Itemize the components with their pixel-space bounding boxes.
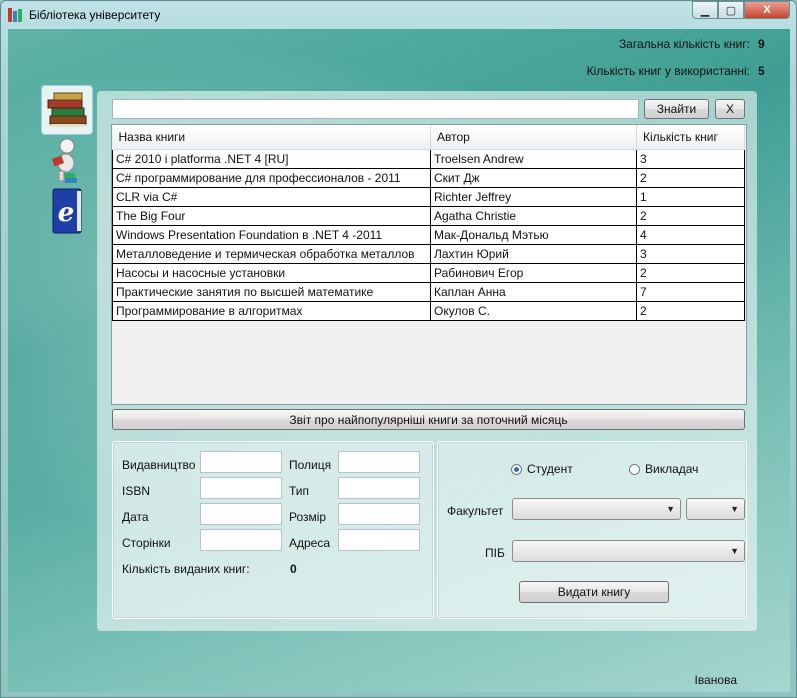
table-row[interactable]: Насосы и насосные установки Рабинович Его… — [112, 263, 745, 283]
main-area: Загальна кількість книг: 9 Кількість кни… — [8, 29, 790, 692]
current-user-name: Іванова — [694, 673, 737, 687]
cell-author[interactable]: Troelsen Andrew — [430, 149, 637, 169]
cell-count[interactable]: 2 — [636, 263, 745, 283]
cell-title[interactable]: C# программирование для профессионалов -… — [112, 168, 431, 188]
find-button[interactable]: Знайти — [644, 99, 709, 119]
faculty-label: Факультет — [447, 504, 504, 518]
issued-count-label: Кількість виданих книг: — [122, 562, 250, 576]
window-title: Бібліотека університету — [29, 8, 161, 22]
shelf-label: Полиця — [289, 458, 332, 472]
cell-count[interactable]: 2 — [636, 301, 745, 321]
books-in-use-value: 5 — [758, 64, 765, 78]
date-label: Дата — [122, 510, 149, 524]
address-field[interactable] — [338, 529, 420, 551]
library-app-icon — [8, 8, 24, 22]
table-header-row: Назва книги Автор Кількість книг — [112, 125, 745, 150]
chevron-down-icon: ▼ — [666, 504, 675, 514]
cell-author[interactable]: Richter Jeffrey — [430, 187, 637, 207]
app-window: Бібліотека університету ▁ ▢ X Загальна к… — [0, 0, 797, 698]
cell-count[interactable]: 1 — [636, 187, 745, 207]
search-input[interactable] — [112, 99, 639, 119]
books-in-use-label: Кількість книг у використанні: — [586, 64, 750, 78]
cell-author[interactable]: Окулов С. — [430, 301, 637, 321]
clear-search-button[interactable]: X — [715, 99, 745, 119]
publisher-field[interactable] — [200, 451, 282, 473]
table-row[interactable]: The Big Four Agatha Christie 2 — [112, 206, 745, 226]
cell-title[interactable]: C# 2010 і platforma .NET 4 [RU] — [112, 149, 431, 169]
isbn-field[interactable] — [200, 477, 282, 499]
size-field[interactable] — [338, 503, 420, 525]
teacher-radio-label[interactable]: Викладач — [645, 462, 698, 476]
cell-count[interactable]: 2 — [636, 168, 745, 188]
cell-author[interactable]: Рабинович Егор — [430, 263, 637, 283]
cell-author[interactable]: Каплан Анна — [430, 282, 637, 302]
close-button[interactable]: X — [744, 1, 790, 19]
column-header-count[interactable]: Кількість книг — [636, 125, 745, 150]
books-table[interactable]: Назва книги Автор Кількість книг C# 2010… — [111, 124, 747, 405]
e-book-icon[interactable]: e — [41, 187, 91, 235]
books-icon[interactable] — [41, 85, 93, 135]
address-label: Адреса — [289, 536, 331, 550]
publisher-label: Видавництво — [122, 458, 196, 472]
total-books-value: 9 — [758, 37, 765, 51]
popular-books-report-button[interactable]: Звіт про найпопулярніші книги за поточни… — [112, 409, 745, 430]
size-label: Розмір — [289, 510, 327, 524]
isbn-label: ISBN — [122, 484, 151, 498]
total-books-label: Загальна кількість книг: — [618, 37, 750, 51]
pages-label: Сторінки — [122, 536, 171, 550]
table-row[interactable]: C# программирование для профессионалов -… — [112, 168, 745, 188]
date-field[interactable] — [200, 503, 282, 525]
teacher-radio[interactable] — [629, 464, 640, 475]
book-details-box: Видавництво Полиця ISBN Тип Дата Розмір … — [112, 441, 434, 619]
table-row[interactable]: C# 2010 і platforma .NET 4 [RU] Troelsen … — [112, 149, 745, 169]
cell-count[interactable]: 7 — [636, 282, 745, 302]
table-row[interactable]: Программирование в алгоритмах Окулов С. 2 — [112, 301, 745, 321]
total-books-stat: Загальна кількість книг: 9 — [618, 37, 765, 51]
pages-field[interactable] — [200, 529, 282, 551]
type-field[interactable] — [338, 477, 420, 499]
group-dropdown[interactable]: ▼ — [686, 498, 745, 520]
shelf-field[interactable] — [338, 451, 420, 473]
title-bar[interactable]: Бібліотека університету ▁ ▢ X — [1, 1, 796, 29]
cell-title[interactable]: Программирование в алгоритмах — [112, 301, 431, 321]
student-radio-label[interactable]: Студент — [527, 462, 573, 476]
svg-text:e: e — [58, 198, 75, 228]
cell-title[interactable]: Windows Presentation Foundation в .NET 4… — [112, 225, 431, 245]
student-radio[interactable] — [511, 464, 522, 475]
maximize-button[interactable]: ▢ — [718, 1, 744, 19]
chevron-down-icon: ▼ — [730, 546, 739, 556]
cell-author[interactable]: Лахтин Юрий — [430, 244, 637, 264]
content-panel: Знайти X Назва книги Автор Кількість кни… — [97, 91, 757, 631]
cell-title[interactable]: The Big Four — [112, 206, 431, 226]
table-row[interactable]: Практические занятия по высшей математик… — [112, 282, 745, 302]
cell-count[interactable]: 3 — [636, 244, 745, 264]
cell-title[interactable]: CLR via C# — [112, 187, 431, 207]
cell-author[interactable]: Мак-Дональд Мэтью — [430, 225, 637, 245]
side-navigation: e — [41, 85, 95, 237]
column-header-author[interactable]: Автор — [430, 125, 637, 150]
table-row[interactable]: Windows Presentation Foundation в .NET 4… — [112, 225, 745, 245]
issued-count-value: 0 — [290, 562, 297, 576]
issue-book-button[interactable]: Видати книгу — [519, 581, 669, 603]
cell-title[interactable]: Практические занятия по высшей математик… — [112, 282, 431, 302]
cell-title[interactable]: Насосы и насосные установки — [112, 263, 431, 283]
cell-author[interactable]: Скит Дж — [430, 168, 637, 188]
chevron-down-icon: ▼ — [730, 504, 739, 514]
full-name-dropdown[interactable]: ▼ — [512, 540, 745, 562]
column-header-title[interactable]: Назва книги — [112, 125, 431, 150]
cell-count[interactable]: 3 — [636, 149, 745, 169]
full-name-label: ПІБ — [485, 546, 505, 560]
issue-book-box: Студент Викладач Факультет ▼ ▼ ПІБ ▼ Вид… — [437, 441, 747, 619]
cell-title[interactable]: Металловедение и термическая обработка м… — [112, 244, 431, 264]
cell-author[interactable]: Agatha Christie — [430, 206, 637, 226]
reader-icon[interactable] — [41, 137, 91, 185]
cell-count[interactable]: 2 — [636, 206, 745, 226]
cell-count[interactable]: 4 — [636, 225, 745, 245]
table-row[interactable]: Металловедение и термическая обработка м… — [112, 244, 745, 264]
books-in-use-stat: Кількість книг у використанні: 5 — [586, 64, 765, 78]
table-row[interactable]: CLR via C# Richter Jeffrey 1 — [112, 187, 745, 207]
type-label: Тип — [289, 484, 310, 498]
minimize-button[interactable]: ▁ — [692, 1, 718, 19]
faculty-dropdown[interactable]: ▼ — [512, 498, 681, 520]
